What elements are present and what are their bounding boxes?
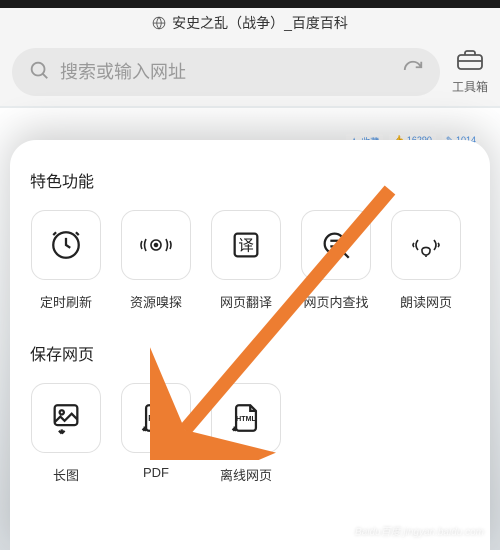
- tile-label: 网页内查找: [303, 292, 368, 311]
- tile-resource-sniff[interactable]: 资源嗅探: [120, 210, 192, 311]
- timed-refresh-icon: [31, 210, 101, 280]
- pdf-icon: PDF: [121, 383, 191, 453]
- tile-label: PDF: [143, 465, 169, 480]
- search-row: 工具箱: [0, 38, 500, 106]
- tile-offline-page[interactable]: HTML 离线网页: [210, 383, 282, 484]
- long-screenshot-icon: [31, 383, 101, 453]
- search-icon: [28, 59, 50, 86]
- status-bar: [0, 0, 500, 8]
- find-in-page-icon: [301, 210, 371, 280]
- tile-read-aloud[interactable]: 朗读网页: [390, 210, 462, 311]
- tile-label: 朗读网页: [400, 292, 452, 311]
- toolbox-icon: [456, 49, 484, 74]
- offline-page-icon: HTML: [211, 383, 281, 453]
- tile-long-screenshot[interactable]: 长图: [30, 383, 102, 484]
- tile-timed-refresh[interactable]: 定时刷新: [30, 210, 102, 311]
- tab-title-text: 安史之乱（战争）_百度百科: [172, 13, 348, 33]
- tile-label: 资源嗅探: [130, 292, 182, 311]
- svg-text:译: 译: [238, 237, 254, 255]
- section-title-features: 特色功能: [30, 168, 470, 192]
- svg-text:HTML: HTML: [236, 415, 256, 423]
- tile-translate[interactable]: 译 网页翻译: [210, 210, 282, 311]
- toolbox-label: 工具箱: [452, 78, 488, 95]
- tile-find-in-page[interactable]: 网页内查找: [300, 210, 372, 311]
- watermark: Baidu百度 jingyan.baidu.com: [355, 523, 484, 538]
- bottom-sheet: 特色功能 定时刷新 资源嗅探 译 网页翻译 网页内查找: [10, 140, 490, 550]
- search-box[interactable]: [12, 48, 440, 96]
- features-grid: 定时刷新 资源嗅探 译 网页翻译 网页内查找 朗读网页: [30, 210, 470, 311]
- translate-icon: 译: [211, 210, 281, 280]
- tile-label: 定时刷新: [40, 292, 92, 311]
- tab-title-bar: 安史之乱（战争）_百度百科: [0, 8, 500, 38]
- svg-text:PDF: PDF: [148, 414, 164, 423]
- section-title-save: 保存网页: [30, 341, 470, 365]
- resource-sniff-icon: [121, 210, 191, 280]
- save-grid: 长图 PDF PDF HTML 离线网页: [30, 383, 470, 484]
- tile-label: 长图: [53, 465, 79, 484]
- search-input[interactable]: [60, 62, 392, 83]
- globe-icon: [152, 16, 166, 30]
- toolbox-button[interactable]: 工具箱: [452, 49, 488, 95]
- refresh-icon[interactable]: [402, 59, 424, 86]
- read-aloud-icon: [391, 210, 461, 280]
- tile-pdf[interactable]: PDF PDF: [120, 383, 192, 484]
- tile-label: 网页翻译: [220, 292, 272, 311]
- tile-label: 离线网页: [220, 465, 272, 484]
